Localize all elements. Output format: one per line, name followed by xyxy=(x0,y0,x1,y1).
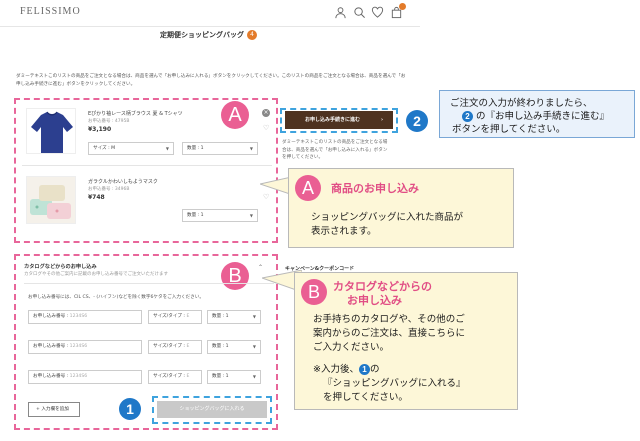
product-code: お申込番号 : 4795B xyxy=(88,119,130,124)
callout-proceed: ご注文の入力が終わりましたら、 2 の『お申し込み手続きに進む』 ボタンを押して… xyxy=(439,90,635,138)
product-code: お申込番号 : 3496B xyxy=(88,187,130,192)
cart-count-dot xyxy=(399,3,406,10)
heart-icon[interactable] xyxy=(370,6,384,20)
cart-count-badge: 4 xyxy=(247,30,257,40)
callout-catalog-line4a: ※入力後、 xyxy=(313,364,359,375)
page-title: 定期便ショッピングバッグ xyxy=(160,31,244,39)
quantity-select[interactable]: 数量 : 1 ▼ xyxy=(207,340,261,354)
product-price: ¥3,190 xyxy=(88,126,112,133)
callout-product-title: 商品のお申し込み xyxy=(331,182,419,195)
catalog-divider xyxy=(24,283,274,284)
product-name[interactable]: ガラクルかわいしもようマスク xyxy=(88,178,158,185)
chevron-down-icon: ▼ xyxy=(252,344,256,349)
size-type-label: サイズ/タイプ : xyxy=(153,344,185,349)
size-type-placeholder: E xyxy=(186,374,190,379)
order-number-placeholder: 1234S6 xyxy=(69,314,88,319)
quantity-select-value: 数量 : 1 xyxy=(187,146,204,151)
quantity-select-value: 数量 : 1 xyxy=(212,314,229,319)
search-icon[interactable] xyxy=(352,6,366,20)
catalog-title: カタログなどからのお申し込み xyxy=(24,264,97,270)
chevron-down-icon: ▼ xyxy=(252,374,256,379)
callout-catalog-line6: を押してください。 xyxy=(323,392,408,403)
chevron-down-icon: ▼ xyxy=(249,146,253,151)
order-number-field[interactable]: お申し込み番号 : 1234S6 xyxy=(28,340,142,354)
catalog-instruction: お申し込み番号には、CIL CS、- (ハイフン)などを除く数字6ケタをご入力く… xyxy=(28,295,204,300)
order-number-label: お申し込み番号 : xyxy=(33,314,69,319)
size-type-label: サイズ/タイプ : xyxy=(153,374,185,379)
product-price: ¥748 xyxy=(88,194,105,201)
marker-a: A xyxy=(221,101,249,129)
callout-proceed-line1: ご注文の入力が終わりましたら、 xyxy=(450,98,593,109)
quantity-select-value: 数量 : 1 xyxy=(212,374,229,379)
add-to-bag-button[interactable]: ショッピングバッグに入れる xyxy=(157,401,267,418)
cart-icon[interactable] xyxy=(389,3,406,20)
product-name[interactable]: Eぴかり袖レース柄ブラウス 夏 & Tシャツ xyxy=(88,110,183,117)
side-note: ダミーテキストこのリストの商品をご注文となる場合は、商品を選んで「お申し込みに入… xyxy=(282,140,388,160)
quantity-select[interactable]: 数量 : 1 ▼ xyxy=(182,209,258,222)
size-type-label: サイズ/タイプ : xyxy=(153,314,185,319)
order-number-field[interactable]: お申し込み番号 : 1234S6 xyxy=(28,370,142,384)
marker-b: B xyxy=(301,279,327,305)
callout-product-line2: 表示されます。 xyxy=(311,226,377,237)
size-select[interactable]: サイズ : M ▼ xyxy=(88,142,174,155)
quantity-select[interactable]: 数量 : 1 ▼ xyxy=(207,370,261,384)
callout-catalog-order: B カタログなどからの お申し込み お手持ちのカタログや、その他のご 案内からの… xyxy=(294,272,518,410)
product-image-mask[interactable] xyxy=(26,176,76,224)
size-type-field[interactable]: サイズ/タイプ : E xyxy=(148,370,202,384)
logo[interactable]: FELISSIMO xyxy=(20,6,81,17)
size-type-placeholder: E xyxy=(186,314,190,319)
proceed-button-label: お申し込み手続きに進む xyxy=(305,117,361,123)
marker-2: 2 xyxy=(406,110,428,132)
order-number-placeholder: 1234S6 xyxy=(69,374,88,379)
product-image-blouse[interactable] xyxy=(26,108,76,154)
order-number-field[interactable]: お申し込み番号 : 1234S6 xyxy=(28,310,142,324)
intro-text: ダミーテキストこのリストの商品をご注文となる場合は、商品を選んで「お申し込みに入… xyxy=(16,74,406,87)
callout-catalog-line4b: の xyxy=(369,364,380,375)
order-number-label: お申し込み番号 : xyxy=(33,374,69,379)
callout-proceed-line2-wrap: 2 の『お申し込み手続きに進む』 xyxy=(462,110,609,124)
favorite-heart-icon[interactable]: ♡ xyxy=(263,124,269,132)
size-type-field[interactable]: サイズ/タイプ : E xyxy=(148,310,202,324)
marker-1-inline: 1 xyxy=(358,364,370,375)
add-input-row-label: 入力欄を追加 xyxy=(41,407,69,412)
marker-a: A xyxy=(295,175,321,201)
chevron-down-icon: ▼ xyxy=(249,213,253,218)
marker-2-inline: 2 xyxy=(462,111,473,122)
marker-1: 1 xyxy=(119,398,141,420)
chevron-down-icon: ▼ xyxy=(252,314,256,319)
order-number-label: お申し込み番号 : xyxy=(33,344,69,349)
chevron-down-icon: ▼ xyxy=(165,146,169,151)
quantity-select-value: 数量 : 1 xyxy=(187,213,204,218)
callout-catalog-line1: お手持ちのカタログや、その他のご xyxy=(313,314,465,325)
callout-catalog-line5: 『ショッピングバッグに入れる』 xyxy=(323,378,466,389)
callout-catalog-line3: ご入力ください。 xyxy=(313,342,390,353)
size-type-placeholder: E xyxy=(186,344,190,349)
chevron-right-icon: › xyxy=(380,117,383,123)
quantity-select[interactable]: 数量 : 1 ▼ xyxy=(182,142,258,155)
callout-catalog-title2: お申し込み xyxy=(347,294,402,307)
callout-proceed-line3: ボタンを押してください。 xyxy=(452,124,566,135)
callout-proceed-line2: の『お申し込み手続きに進む』 xyxy=(476,111,610,122)
user-icon[interactable] xyxy=(333,6,347,20)
callout-catalog-line2: 案内からのご注文は、直接こちらに xyxy=(313,328,466,339)
quantity-select[interactable]: 数量 : 1 ▼ xyxy=(207,310,261,324)
proceed-button[interactable]: お申し込み手続きに進む › xyxy=(285,111,393,129)
quantity-select-value: 数量 : 1 xyxy=(212,344,229,349)
callout-product-line1: ショッピングバッグに入れた商品が xyxy=(311,212,464,223)
callout-product-order: A 商品のお申し込み ショッピングバッグに入れた商品が 表示されます。 xyxy=(288,168,514,248)
product-divider xyxy=(22,165,272,166)
remove-item-icon[interactable]: × xyxy=(262,109,270,117)
size-type-field[interactable]: サイズ/タイプ : E xyxy=(148,340,202,354)
size-select-value: サイズ : M xyxy=(93,146,116,151)
catalog-subtitle: カタログやその他ご案内に記載のお申し込み番号でご注文いただけます xyxy=(24,272,168,277)
marker-b: B xyxy=(221,262,249,290)
header-divider xyxy=(0,26,420,27)
callout-catalog-line4: ※入力後、 1 の xyxy=(313,363,379,377)
order-number-placeholder: 1234S6 xyxy=(69,344,88,349)
add-input-row-button[interactable]: + 入力欄を追加 xyxy=(28,402,80,417)
